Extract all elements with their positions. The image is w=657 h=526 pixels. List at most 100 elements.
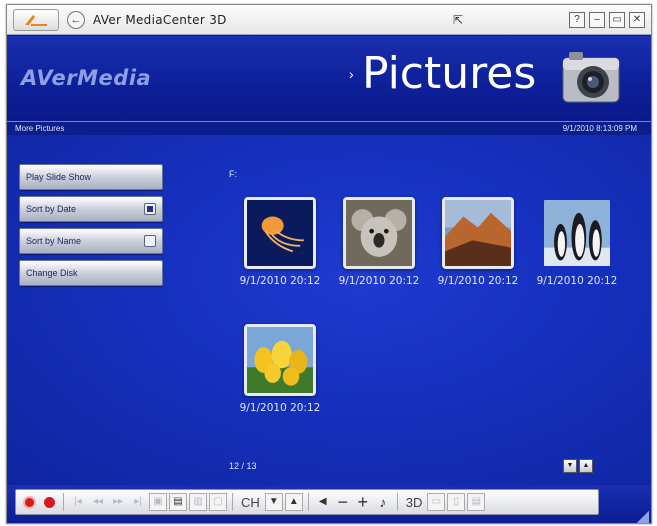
3d-mode-3-button[interactable]: ▤ (467, 493, 486, 511)
thumbnail-item[interactable]: 9/1/2010 20:12 (526, 197, 628, 288)
channel-label: CH (241, 494, 260, 510)
thumbnail-frame[interactable] (442, 197, 514, 269)
title-bar: ← AVer MediaCenter 3D ⇱ ? – ▭ ✕ (7, 5, 651, 35)
speaker-icon: ◀ (318, 496, 327, 507)
window-controls: ? – ▭ ✕ (569, 12, 645, 28)
snapshot-icon: ▣ (153, 496, 163, 507)
audio-button[interactable]: ♪ (374, 493, 392, 511)
close-button[interactable]: ✕ (629, 12, 645, 28)
penguins-image (544, 200, 610, 266)
pager: ▼ ▲ (563, 459, 593, 473)
thumbnail-frame[interactable] (343, 197, 415, 269)
thumbnail-frame[interactable] (244, 324, 316, 396)
datetime-label: 9/1/2010 8:13:09 PM (562, 124, 637, 133)
sort-by-name-checkbox[interactable] (144, 235, 156, 247)
thumbnail-item[interactable]: 9/1/2010 20:12 (229, 197, 331, 288)
three-d-label: 3D (405, 494, 423, 510)
back-button[interactable]: ← (67, 11, 85, 29)
3d-top-icon: ▤ (471, 496, 482, 507)
page-title: Pictures (362, 48, 537, 99)
3d-mode-1-button[interactable]: ▭ (427, 493, 446, 511)
change-disk-button[interactable]: Change Disk (19, 260, 163, 286)
volume-down-button[interactable]: − (334, 493, 352, 511)
app-logo-icon (25, 15, 47, 26)
mute-button[interactable]: ◀ (314, 493, 332, 511)
record-menu-button[interactable] (20, 493, 38, 511)
rewind-button[interactable]: ◂◂ (89, 493, 107, 511)
thumbnail-frame[interactable] (541, 197, 613, 269)
minus-icon: − (337, 492, 349, 512)
thumbnail-frame[interactable] (244, 197, 316, 269)
chevron-up-icon: ▲ (288, 496, 299, 507)
channel-up-button[interactable]: ▲ (284, 493, 303, 511)
maximize-button[interactable]: ▭ (609, 12, 625, 28)
plus-icon: + (357, 492, 369, 512)
thumbnail-item[interactable]: 9/1/2010 20:12 (229, 324, 331, 415)
subtitle-button[interactable]: ▤ (169, 493, 187, 511)
minimize-button[interactable]: – (589, 12, 605, 28)
page-counter: 12 / 13 (229, 461, 257, 471)
app-menu-button[interactable] (13, 9, 59, 31)
music-note-icon: ♪ (379, 494, 387, 510)
3d-mode-icon: ▭ (431, 496, 442, 507)
header: AVerMedia › Pictures (7, 36, 651, 121)
app-window: ← AVer MediaCenter 3D ⇱ ? – ▭ ✕ AVerMedi… (6, 4, 652, 524)
skip-forward-button[interactable]: ▸| (129, 493, 147, 511)
toolbar-divider (396, 493, 398, 511)
skip-back-button[interactable]: |◂ (69, 493, 87, 511)
toolbar-divider (63, 493, 64, 511)
channel-down-button[interactable]: ▼ (264, 493, 283, 511)
teletext-button[interactable]: ▥ (189, 493, 207, 511)
main-content: Play Slide Show Sort by Date Sort by Nam… (7, 135, 651, 485)
fast-forward-icon: ▸▸ (112, 496, 124, 507)
desert-image (445, 200, 511, 266)
skip-back-icon: |◂ (74, 496, 82, 507)
thumbnail-item[interactable]: 9/1/2010 20:12 (328, 197, 430, 288)
fast-forward-button[interactable]: ▸▸ (109, 493, 127, 511)
mouse-cursor-icon: ⇱ (453, 13, 464, 27)
record-button[interactable] (40, 493, 58, 511)
window-title: AVer MediaCenter 3D (93, 13, 227, 27)
thumbnail-label: 9/1/2010 20:12 (536, 275, 618, 287)
thumbnail-label: 9/1/2010 20:12 (239, 402, 321, 414)
toolbar-divider (307, 493, 309, 511)
play-slide-show-button[interactable]: Play Slide Show (19, 164, 163, 190)
arrow-left-icon: ← (70, 13, 82, 26)
small-camera-icon: ▢ (213, 496, 223, 507)
playback-controls: |◂ ◂◂ ▸▸ ▸| ▣ ▤ ▥ ▢ CH ▼ ▲ ◀ − + ♪ 3D ▭ … (15, 489, 599, 515)
chevron-down-icon: ▼ (268, 496, 279, 507)
skip-forward-icon: ▸| (134, 496, 142, 507)
title-marker-icon: › (349, 66, 354, 82)
teletext-icon: ▥ (193, 496, 203, 507)
drive-label: F: (229, 169, 237, 179)
thumbnail-label: 9/1/2010 20:12 (338, 275, 420, 287)
menu-item-label: Sort by Date (26, 204, 77, 214)
thumbnail-label: 9/1/2010 20:12 (437, 275, 519, 287)
page-up-button[interactable]: ▲ (579, 459, 593, 473)
thumbnail-label: 9/1/2010 20:12 (239, 275, 321, 287)
menu-item-label: Sort by Name (26, 236, 82, 246)
sort-by-name-button[interactable]: Sort by Name (19, 228, 163, 254)
camera-button[interactable]: ▢ (209, 493, 227, 511)
more-pictures-label: More Pictures (15, 124, 65, 133)
avermedia-logo: AVerMedia (21, 66, 152, 90)
help-button[interactable]: ? (569, 12, 585, 28)
toolbar-divider (232, 493, 233, 511)
koala-image (346, 200, 412, 266)
record-ring-icon (22, 495, 36, 509)
snapshot-button[interactable]: ▣ (149, 493, 167, 511)
side-menu: Play Slide Show Sort by Date Sort by Nam… (19, 164, 163, 292)
sort-by-date-button[interactable]: Sort by Date (19, 196, 163, 222)
page-down-button[interactable]: ▼ (563, 459, 577, 473)
resize-grip-icon[interactable] (637, 511, 649, 523)
menu-item-label: Play Slide Show (26, 172, 92, 182)
status-subbar: More Pictures 9/1/2010 8:13:09 PM (7, 121, 651, 135)
jellyfish-image (247, 200, 313, 266)
sort-by-date-checkbox[interactable] (144, 203, 156, 215)
menu-item-label: Change Disk (26, 268, 78, 278)
record-icon (43, 496, 55, 508)
tulips-image (247, 327, 313, 393)
thumbnail-item[interactable]: 9/1/2010 20:12 (427, 197, 529, 288)
volume-up-button[interactable]: + (354, 493, 372, 511)
3d-mode-2-button[interactable]: ▯ (447, 493, 466, 511)
